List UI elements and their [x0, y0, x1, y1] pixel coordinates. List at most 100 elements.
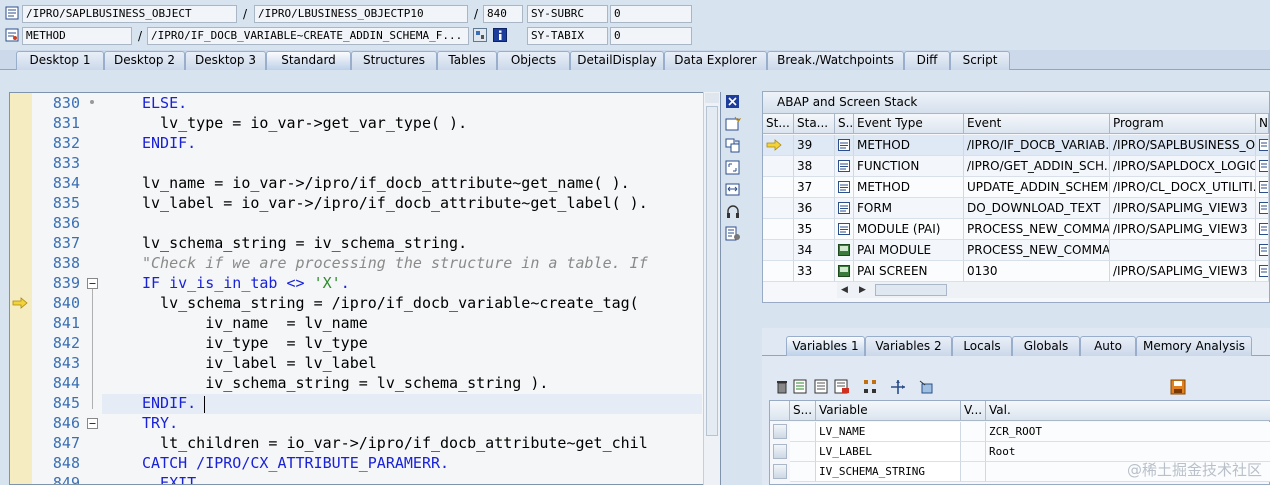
navigate-icon[interactable] — [1256, 219, 1269, 240]
close-icon[interactable] — [725, 94, 741, 110]
display-icon[interactable] — [473, 28, 487, 42]
breakpoint-gutter[interactable] — [10, 93, 32, 484]
code-line[interactable]: 833 — [32, 153, 720, 173]
tab-script[interactable]: Script — [950, 51, 1010, 70]
tab-variables-1[interactable]: Variables 1 — [786, 336, 865, 356]
program-field[interactable]: /IPRO/SAPLBUSINESS_OBJECT — [22, 5, 237, 23]
variables-column-header[interactable] — [770, 401, 790, 421]
scroll-right-arrow-icon[interactable]: ▶ — [859, 285, 866, 295]
code-line[interactable]: 837 lv_schema_string = iv_schema_string. — [32, 233, 720, 253]
tab-data-explorer[interactable]: Data Explorer — [664, 51, 767, 70]
new-tool-icon[interactable] — [725, 116, 742, 132]
navigate-icon[interactable] — [1256, 156, 1269, 177]
include-field[interactable]: /IPRO/LBUSINESS_OBJECTP10 — [254, 5, 468, 23]
services-icon[interactable] — [725, 226, 741, 242]
stack-column-header[interactable]: Na — [1256, 114, 1269, 134]
tab-objects[interactable]: Objects — [497, 51, 570, 70]
code-line[interactable]: 835 lv_label = io_var->/ipro/if_docb_attr… — [32, 193, 720, 213]
code-line[interactable]: 830 ELSE. — [32, 93, 720, 113]
swap-tool-icon[interactable] — [725, 138, 741, 154]
code-line[interactable]: 846 TRY. — [32, 413, 720, 433]
tab-variables-2[interactable]: Variables 2 — [865, 336, 952, 356]
sysfield-value-1[interactable]: 0 — [610, 5, 692, 23]
tab-break-watchpoints[interactable]: Break./Watchpoints — [767, 51, 904, 70]
scroll-left-arrow-icon[interactable]: ◀ — [841, 285, 848, 295]
navigate-icon[interactable] — [890, 379, 906, 395]
navigate-icon[interactable] — [1256, 240, 1269, 261]
stack-column-header[interactable]: St... — [763, 114, 794, 134]
stack-cell-event: PROCESS_NEW_COMMA... — [964, 219, 1110, 240]
scroll-thumb[interactable] — [706, 106, 718, 436]
scroll-thumb[interactable] — [875, 284, 947, 296]
tab-standard[interactable]: Standard — [266, 51, 351, 70]
insert-row-icon[interactable] — [814, 379, 830, 395]
sysfield-name-2[interactable]: SY-TABIX — [527, 27, 608, 45]
save-icon[interactable] — [1170, 379, 1186, 395]
stack-column-header[interactable]: Sta... — [794, 114, 835, 134]
variable-name-cell[interactable]: LV_LABEL — [816, 442, 961, 462]
navigate-icon[interactable] — [1256, 177, 1269, 198]
row-selector[interactable] — [773, 424, 787, 439]
navigate-icon[interactable] — [1256, 135, 1269, 156]
editor-vertical-scrollbar[interactable] — [703, 92, 720, 485]
tab-desktop-2[interactable]: Desktop 2 — [104, 51, 185, 70]
variables-column-header[interactable]: S... — [790, 401, 816, 421]
maximize-icon[interactable] — [725, 160, 741, 176]
code-line[interactable]: 831 lv_type = io_var->get_var_type( ). — [32, 113, 720, 133]
code-line[interactable]: 832 ENDIF. — [32, 133, 720, 153]
tab-desktop-1[interactable]: Desktop 1 — [16, 51, 104, 70]
info-icon[interactable] — [493, 28, 507, 42]
tab-diff[interactable]: Diff — [904, 51, 950, 70]
tree-icon[interactable] — [862, 379, 878, 395]
code-line[interactable]: 840 lv_schema_string = /ipro/if_docb_var… — [32, 293, 720, 313]
code-line[interactable]: 836 — [32, 213, 720, 233]
tab-auto[interactable]: Auto — [1080, 336, 1136, 356]
code-line[interactable]: 848 CATCH /IPRO/CX_ATTRIBUTE_PARAMERR. — [32, 453, 720, 473]
resize-icon[interactable] — [725, 182, 741, 198]
tab-memory-analysis[interactable]: Memory Analysis — [1136, 336, 1252, 356]
open-structure-icon[interactable] — [918, 379, 934, 395]
sysfield-value-2[interactable]: 0 — [610, 27, 692, 45]
variable-name-cell[interactable]: IV_SCHEMA_STRING — [816, 462, 961, 482]
variables-column-header[interactable]: V... — [961, 401, 986, 421]
tab-detaildisplay[interactable]: DetailDisplay — [570, 51, 664, 70]
navigate-icon[interactable] — [1256, 261, 1269, 282]
code-line[interactable]: 845 ENDIF. — [32, 393, 720, 413]
variable-value-cell[interactable]: ZCR_ROOT — [986, 422, 1270, 442]
variables-column-header[interactable]: Val. — [986, 401, 1270, 421]
variable-name-cell[interactable]: LV_NAME — [816, 422, 961, 442]
headset-icon[interactable] — [725, 204, 741, 220]
event-field[interactable]: /IPRO/IF_DOCB_VARIABLE~CREATE_ADDIN_SCHE… — [147, 27, 469, 45]
stack-column-header[interactable]: Program — [1110, 114, 1256, 134]
code-line[interactable]: 849 EXIT. — [32, 473, 720, 484]
code-line[interactable]: 839 IF iv_is_in_tab <> 'X'. — [32, 273, 720, 293]
code-line[interactable]: 847 lt_children = io_var->/ipro/if_docb_… — [32, 433, 720, 453]
tab-locals[interactable]: Locals — [952, 336, 1012, 356]
stack-horizontal-scrollbar[interactable]: ◀ ▶ — [837, 282, 1269, 298]
variable-list-icon[interactable] — [793, 379, 809, 395]
stack-column-header[interactable]: Event Type — [854, 114, 964, 134]
navigate-icon[interactable] — [1256, 198, 1269, 219]
stack-column-header[interactable]: Event — [964, 114, 1110, 134]
delete-icon[interactable] — [774, 379, 790, 395]
tab-globals[interactable]: Globals — [1012, 336, 1080, 356]
code-line[interactable]: 841 iv_name = lv_name — [32, 313, 720, 333]
code-line[interactable]: 842 iv_type = lv_type — [32, 333, 720, 353]
row-selector[interactable] — [773, 444, 787, 459]
scroll-up-arrow-icon[interactable] — [705, 93, 719, 103]
tab-desktop-3[interactable]: Desktop 3 — [185, 51, 266, 70]
code-line[interactable]: 838 "Check if we are processing the struc… — [32, 253, 720, 273]
tab-tables[interactable]: Tables — [437, 51, 497, 70]
line-number-field[interactable]: 840 — [483, 5, 523, 23]
row-selector[interactable] — [773, 464, 787, 479]
sysfield-name-1[interactable]: SY-SUBRC — [527, 5, 608, 23]
delete-row-icon[interactable] — [834, 379, 850, 395]
source-editor[interactable]: 830 ELSE. 831 lv_type = io_var->get_var_ty… — [9, 92, 721, 485]
code-line[interactable]: 834 lv_name = io_var->/ipro/if_docb_attri… — [32, 173, 720, 193]
code-line[interactable]: 843 iv_label = lv_label — [32, 353, 720, 373]
stack-column-header[interactable]: S... — [835, 114, 854, 134]
variables-column-header[interactable]: Variable — [816, 401, 961, 421]
tab-structures[interactable]: Structures — [351, 51, 437, 70]
code-line[interactable]: 844 iv_schema_string = lv_schema_string … — [32, 373, 720, 393]
event-type-field[interactable]: METHOD — [22, 27, 132, 45]
